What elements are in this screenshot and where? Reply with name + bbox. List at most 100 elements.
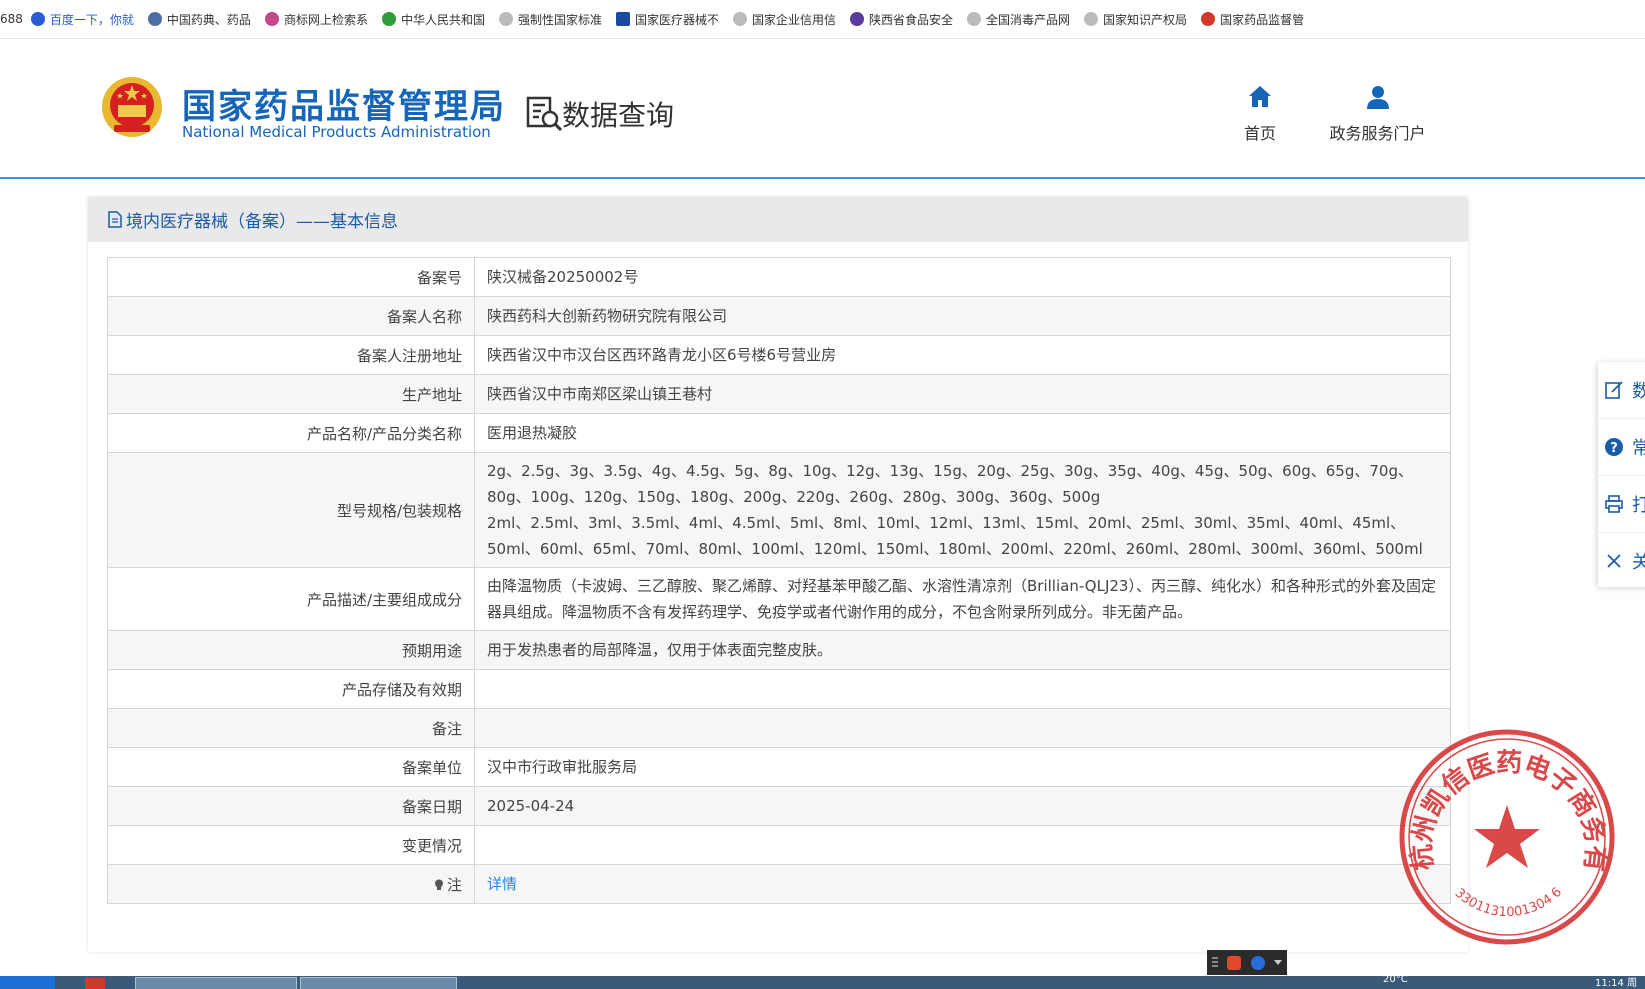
row-value: 汉中市行政审批服务局 — [474, 747, 1451, 787]
card-title: 境内医疗器械（备案）——基本信息 — [126, 212, 398, 232]
svg-text:?: ? — [1610, 441, 1618, 456]
table-row: 备案人名称 陕西药科大创新药物研究院有限公司 — [107, 296, 1451, 336]
row-label: 产品名称/产品分类名称 — [107, 413, 475, 453]
user-icon — [1366, 86, 1389, 109]
table-row: 产品存储及有效期 — [107, 669, 1451, 709]
clock[interactable]: 11:14 周 — [1595, 976, 1637, 989]
table-row: 注 详情 — [107, 864, 1451, 904]
table-row: 备注 — [107, 708, 1451, 748]
table-row: 型号规格/包装规格 2g、2.5g、3g、3.5g、4g、4.5g、5g、8g、… — [107, 452, 1451, 568]
lightbulb-icon — [434, 879, 443, 890]
site-icon — [264, 12, 279, 26]
nav-portal-label: 政务服务门户 — [1329, 124, 1426, 143]
row-label: 备案人名称 — [107, 296, 475, 336]
national-emblem-icon — [102, 77, 162, 137]
globe-icon — [498, 12, 513, 26]
edit-icon — [1605, 381, 1623, 399]
row-value: 2g、2.5g、3g、3.5g、4g、4.5g、5g、8g、10g、12g、13… — [474, 452, 1451, 568]
table-row: 变更情况 — [107, 825, 1451, 865]
logo-title-cn[interactable]: 国家药品监督管理局 — [182, 79, 506, 128]
row-value: 陕西省汉中市南郑区梁山镇王巷村 — [474, 374, 1451, 414]
row-value: 2025-04-24 — [474, 786, 1451, 826]
float-item-label: 数 — [1632, 381, 1645, 402]
taskbar-window[interactable] — [300, 977, 457, 989]
row-label: 备案日期 — [107, 786, 475, 826]
bookmark-item[interactable]: 中华人民共和国 — [381, 11, 485, 28]
float-item-print[interactable]: 打 — [1598, 476, 1645, 533]
taskbar-window[interactable] — [135, 977, 297, 989]
table-row: 产品名称/产品分类名称 医用退热凝胶 — [107, 413, 1451, 453]
sogou-s-icon — [1227, 955, 1242, 970]
row-value — [474, 669, 1451, 709]
close-icon — [1607, 554, 1621, 568]
table-row: 备案号 陕汉械备20250002号 — [107, 257, 1451, 297]
row-value — [474, 825, 1451, 865]
info-card: 境内医疗器械（备案）——基本信息 备案号 陕汉械备20250002号 备案人名称… — [88, 197, 1468, 952]
document-icon — [108, 211, 122, 228]
globe-icon — [1084, 12, 1099, 26]
site-icon — [147, 12, 162, 26]
bookmark-item[interactable]: 国家医疗器械不 — [615, 11, 719, 28]
seal-number: 3301131001304 6 — [1452, 885, 1565, 920]
taskbar: 20°C 11:14 周 — [0, 976, 1645, 989]
row-label: 备案号 — [107, 257, 475, 297]
float-item-faq[interactable]: ? 常 — [1598, 419, 1645, 476]
baidu-paw-icon — [30, 12, 45, 26]
table-row: 产品描述/主要组成成分 由降温物质（卡波姆、三乙醇胺、聚乙烯醇、对羟基苯甲酸乙酯… — [107, 567, 1451, 631]
float-item-label: 打 — [1632, 495, 1645, 516]
ime-toolbar[interactable] — [1207, 950, 1287, 975]
bookmark-lead[interactable]: 688 — [0, 12, 23, 26]
basic-info-table: 备案号 陕汉械备20250002号 备案人名称 陕西药科大创新药物研究院有限公司… — [107, 257, 1451, 904]
bookmark-item[interactable]: 强制性国家标准 — [498, 11, 602, 28]
row-value: 医用退热凝胶 — [474, 413, 1451, 453]
float-item-data[interactable]: 数 — [1598, 362, 1645, 419]
home-icon — [1249, 86, 1271, 107]
bookmark-item[interactable]: 全国消毒产品网 — [967, 11, 1070, 28]
row-value: 陕西省汉中市汉台区西环路青龙小区6号楼6号营业房 — [474, 335, 1451, 375]
start-button[interactable] — [0, 976, 55, 989]
float-item-close[interactable]: 关 — [1598, 533, 1645, 589]
logo-title-en[interactable]: National Medical Products Administration — [182, 123, 491, 141]
emblem-icon — [1201, 12, 1216, 26]
site-icon — [850, 12, 865, 26]
bookmark-item[interactable]: 商标网上检索系 — [264, 11, 368, 28]
row-label: 变更情况 — [107, 825, 475, 865]
row-value — [474, 708, 1451, 748]
nav-home-label: 首页 — [1243, 124, 1276, 143]
row-label: 产品存储及有效期 — [107, 669, 475, 709]
site-icon — [381, 12, 396, 26]
bookmark-item[interactable]: 国家药品监督管 — [1201, 11, 1304, 28]
site-header: 国家药品监督管理局 National Medical Products Admi… — [0, 39, 1645, 179]
bookmark-item[interactable]: 百度一下，你就 — [30, 11, 134, 28]
nav-home-link[interactable]: 首页 — [1230, 84, 1290, 144]
help-circle-icon — [1250, 955, 1265, 970]
row-value: 用于发热患者的局部降温，仅用于体表面完整皮肤。 — [474, 630, 1451, 670]
row-value: 陕西药科大创新药物研究院有限公司 — [474, 296, 1451, 336]
details-link[interactable]: 详情 — [487, 875, 517, 893]
grip-icon — [1211, 956, 1218, 969]
spec-milliliters: 2ml、2.5ml、3ml、3.5ml、4ml、4.5ml、5ml、8ml、10… — [487, 514, 1423, 558]
bookmarks-bar: 688 百度一下，你就 中国药典、药品 商标网上检索系 中华人民共和国 强制性国… — [0, 0, 1645, 39]
app-icon[interactable] — [85, 978, 105, 989]
row-label: 生产地址 — [107, 374, 475, 414]
bookmark-item[interactable]: 国家企业信用信 — [733, 11, 836, 28]
floating-toolbar: 数 ? 常 打 关 — [1598, 362, 1645, 587]
bookmark-item[interactable]: 国家知识产权局 — [1084, 11, 1187, 28]
table-row: 预期用途 用于发热患者的局部降温，仅用于体表面完整皮肤。 — [107, 630, 1451, 670]
help-icon: ? — [1605, 438, 1623, 456]
data-query-icon — [526, 96, 563, 132]
site-icon — [615, 12, 630, 26]
row-label: 型号规格/包装规格 — [107, 452, 475, 568]
float-item-label: 关 — [1632, 552, 1645, 573]
float-item-label: 常 — [1632, 438, 1645, 459]
bookmark-item[interactable]: 中国药典、药品 — [147, 11, 251, 28]
company-seal: 杭州凯信医药电子商务有限公司 3301131001304 6 — [1395, 725, 1615, 945]
print-icon — [1605, 495, 1623, 513]
weather-temp[interactable]: 20°C — [1383, 976, 1408, 985]
globe-icon — [733, 12, 747, 26]
row-label: 备案人注册地址 — [107, 335, 475, 375]
row-label: 预期用途 — [107, 630, 475, 670]
nav-portal-link[interactable]: 政务服务门户 — [1320, 84, 1435, 144]
table-row: 备案人注册地址 陕西省汉中市汉台区西环路青龙小区6号楼6号营业房 — [107, 335, 1451, 375]
bookmark-item[interactable]: 陕西省食品安全 — [850, 11, 953, 28]
